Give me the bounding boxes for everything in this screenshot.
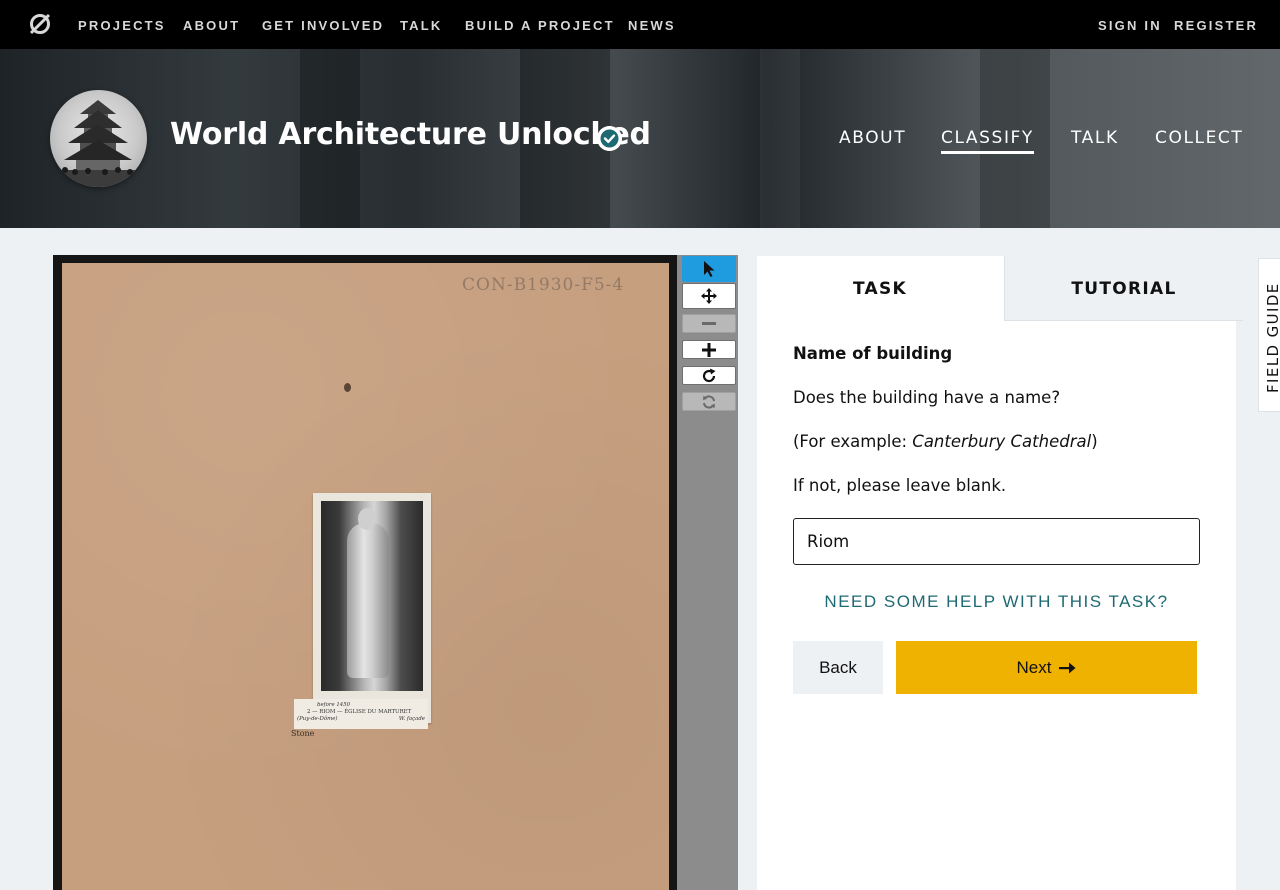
zoom-in-icon <box>702 342 716 357</box>
field-guide-label: FIELD GUIDE <box>1264 282 1280 393</box>
statue-figure <box>347 523 389 678</box>
example-suffix: ) <box>1091 432 1098 451</box>
pointer-icon <box>704 261 715 277</box>
subject-viewer[interactable]: CON-B1930-F5-4 before 1450 2 — RIOM — ÉG… <box>53 255 677 890</box>
caption-line-3-4: (Puy-de-Dôme) W. façade <box>297 716 425 723</box>
image-toolbar <box>677 255 738 890</box>
caption-line-4: W. façade <box>398 716 425 722</box>
handwritten-note: Stone <box>291 729 315 738</box>
rotate-icon <box>702 368 716 382</box>
verified-check-icon <box>597 126 622 151</box>
reset-button[interactable] <box>682 392 736 411</box>
register-link[interactable]: REGISTER <box>1174 0 1258 49</box>
arrow-right-icon <box>1059 662 1076 673</box>
nav-get-involved[interactable]: GET INVOLVED <box>262 0 384 49</box>
project-nav-talk[interactable]: TALK <box>1071 128 1119 148</box>
pin-mark <box>344 383 351 392</box>
caption-line-1: before 1450 <box>317 702 351 708</box>
nav-talk[interactable]: TALK <box>400 0 443 49</box>
task-heading: Name of building <box>793 344 953 363</box>
nav-projects[interactable]: PROJECTS <box>78 0 166 49</box>
caption-line-3: (Puy-de-Dôme) <box>297 716 338 722</box>
move-tool-button[interactable] <box>682 283 736 309</box>
zoom-out-icon <box>702 321 716 325</box>
example-prefix: (For example: <box>793 432 913 451</box>
task-question: Does the building have a name? <box>793 388 1061 407</box>
move-icon <box>701 288 717 304</box>
postcard-photo <box>313 493 431 723</box>
project-avatar[interactable] <box>50 90 147 187</box>
subject-image[interactable]: CON-B1930-F5-4 before 1450 2 — RIOM — ÉG… <box>62 263 669 890</box>
back-button[interactable]: Back <box>793 641 883 694</box>
reset-icon <box>703 394 715 409</box>
statue-head <box>358 508 376 530</box>
pointer-tool-button[interactable] <box>682 256 736 282</box>
help-link[interactable]: NEED SOME HELP WITH THIS TASK? <box>793 592 1200 612</box>
sign-in-link[interactable]: SIGN IN <box>1098 0 1162 49</box>
next-button[interactable]: Next <box>896 641 1197 694</box>
project-nav-about[interactable]: ABOUT <box>839 128 906 148</box>
project-header: World Architecture Unlocked ABOUT CLASSI… <box>0 49 1280 228</box>
task-instruction: If not, please leave blank. <box>793 476 1007 495</box>
zoom-in-button[interactable] <box>682 340 736 359</box>
top-navigation: PROJECTS ABOUT GET INVOLVED TALK BUILD A… <box>0 0 1280 49</box>
task-panel: TASK TUTORIAL Name of building Does the … <box>757 256 1243 890</box>
nav-build-a-project[interactable]: BUILD A PROJECT <box>465 0 615 49</box>
zooniverse-logo-icon[interactable] <box>28 12 52 36</box>
project-nav-collect[interactable]: COLLECT <box>1155 128 1243 148</box>
task-example: (For example: Canterbury Cathedral) <box>793 432 1098 451</box>
nav-about[interactable]: ABOUT <box>183 0 240 49</box>
tab-tutorial[interactable]: TUTORIAL <box>1004 256 1243 321</box>
field-guide-tab[interactable]: FIELD GUIDE <box>1258 258 1280 412</box>
subject-reference-number: CON-B1930-F5-4 <box>462 275 625 295</box>
zoom-out-button[interactable] <box>682 314 736 333</box>
project-title[interactable]: World Architecture Unlocked <box>170 117 651 152</box>
next-button-label: Next <box>1016 657 1052 677</box>
building-name-input[interactable] <box>793 518 1200 565</box>
tab-task[interactable]: TASK <box>757 256 1003 321</box>
nav-news[interactable]: NEWS <box>628 0 676 49</box>
postcard-caption: before 1450 2 — RIOM — ÉGLISE DU MARTURE… <box>294 699 428 729</box>
example-name: Canterbury Cathedral <box>912 432 1092 451</box>
pagoda-image <box>50 100 147 187</box>
caption-line-2: 2 — RIOM — ÉGLISE DU MARTURET <box>307 709 412 715</box>
project-nav-classify[interactable]: CLASSIFY <box>941 128 1034 154</box>
rotate-button[interactable] <box>682 366 736 385</box>
